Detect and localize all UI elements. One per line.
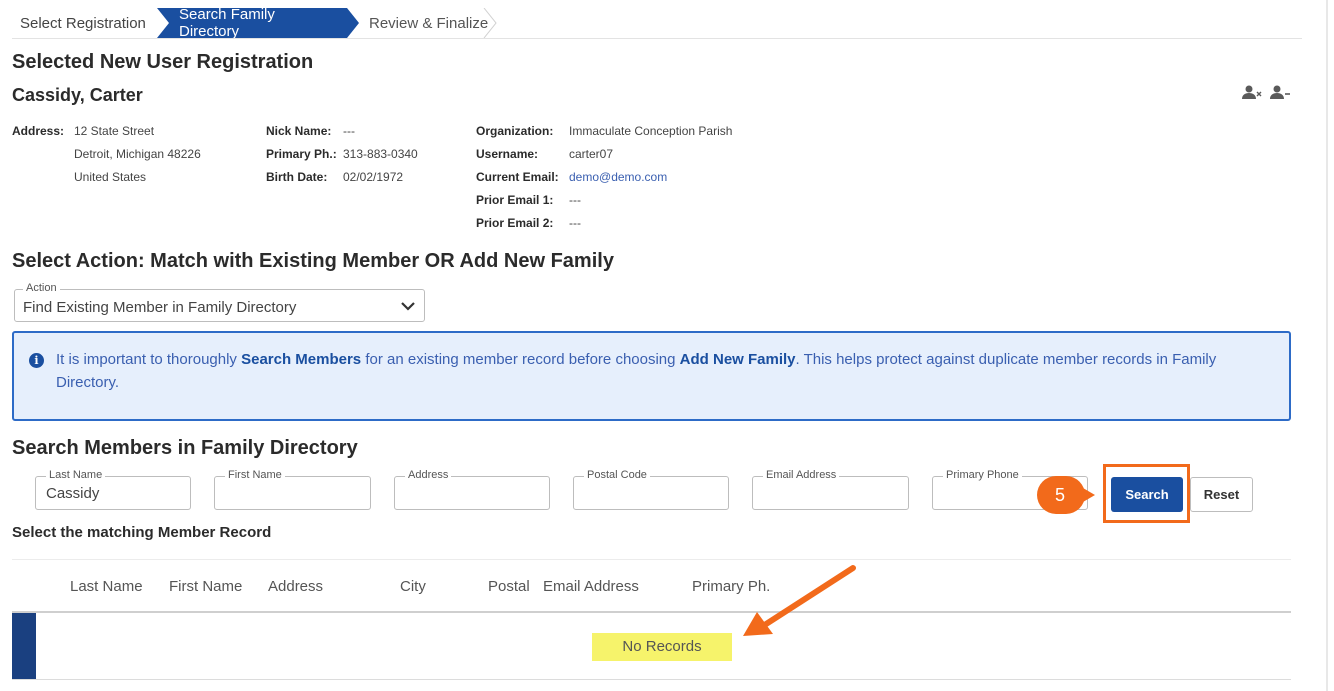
action-select[interactable]: Action Find Existing Member in Family Di… — [14, 282, 425, 322]
prior-email1-value: --- — [569, 193, 581, 207]
info-alert: i It is important to thoroughly Search M… — [12, 331, 1291, 421]
results-label: Select the matching Member Record — [12, 524, 272, 541]
action-section-title: Select Action: Match with Existing Membe… — [12, 250, 614, 272]
last-name-input[interactable] — [46, 485, 180, 502]
address-line-1: 12 State Street — [74, 124, 155, 138]
results-table: Last Name First Name Address City Postal… — [12, 559, 1291, 680]
info-alert-text: It is important to thoroughly Search Mem… — [56, 351, 1217, 391]
user-name: Cassidy, Carter — [12, 85, 143, 105]
action-select-label: Action — [23, 282, 60, 294]
column-header-last-name[interactable]: Last Name — [70, 578, 143, 595]
step-search-family-directory[interactable]: Search Family Directory — [157, 6, 359, 40]
postal-code-input[interactable] — [584, 485, 718, 502]
column-header-first-name[interactable]: First Name — [169, 578, 242, 595]
nick-name-value: --- — [343, 124, 355, 138]
address-input[interactable] — [405, 485, 539, 502]
first-name-input[interactable] — [225, 485, 360, 502]
user-actions — [1242, 84, 1290, 105]
personal-block: Nick Name: --- Primary Ph.: 313-883-0340 B… — [266, 124, 418, 193]
prior-email1-label: Prior Email 1: — [476, 193, 554, 207]
nick-name-label: Nick Name: — [266, 124, 332, 138]
first-name-field[interactable]: First Name — [214, 469, 371, 510]
username-label: Username: — [476, 147, 539, 161]
address-line-2: Detroit, Michigan 48226 — [74, 147, 201, 161]
stepper-divider — [12, 38, 1302, 39]
user-minus-icon[interactable] — [1270, 84, 1290, 105]
account-block: Organization: Immaculate Conception Paris… — [476, 124, 732, 239]
address-field-label: Address — [405, 469, 452, 481]
email-label: Email Address — [763, 469, 840, 481]
step-label: Review & Finalize — [369, 14, 489, 32]
prior-email2-value: --- — [569, 216, 581, 230]
chevron-down-icon — [401, 302, 415, 311]
address-block: Address: 12 State Street Detroit, Michiga… — [12, 124, 201, 193]
breadcrumb-stepper: Select Registration Search Family Direct… — [12, 6, 497, 40]
page-scrollbar[interactable] — [1326, 0, 1328, 691]
info-icon: i — [29, 353, 44, 368]
table-header-divider — [12, 611, 1291, 613]
first-name-label: First Name — [225, 469, 285, 481]
no-records-message: No Records — [592, 633, 732, 661]
email-input[interactable] — [763, 485, 898, 502]
step-review-finalize[interactable]: Review & Finalize — [347, 8, 497, 38]
address-field[interactable]: Address — [394, 469, 550, 510]
primary-phone-field-label: Primary Phone — [943, 469, 1022, 481]
last-name-field[interactable]: Last Name — [35, 469, 191, 510]
username-value: carter07 — [569, 147, 614, 161]
current-email-label: Current Email: — [476, 170, 559, 184]
step-label: Search Family Directory — [179, 6, 275, 40]
current-email-link[interactable]: demo@demo.com — [569, 170, 667, 184]
postal-code-field[interactable]: Postal Code — [573, 469, 729, 510]
column-header-address[interactable]: Address — [268, 578, 323, 595]
prior-email2-label: Prior Email 2: — [476, 216, 554, 230]
birth-date-value: 02/02/1972 — [343, 170, 404, 184]
column-header-email[interactable]: Email Address — [543, 578, 639, 595]
annotation-arrow-icon — [743, 565, 856, 636]
action-select-value: Find Existing Member in Family Directory — [23, 299, 297, 316]
column-header-city[interactable]: City — [400, 578, 426, 595]
column-header-postal[interactable]: Postal — [488, 578, 530, 595]
address-label: Address: — [12, 124, 65, 138]
step-label: Select Registration — [20, 14, 146, 32]
step-select-registration[interactable]: Select Registration — [12, 8, 157, 38]
organization-value: Immaculate Conception Parish — [569, 124, 733, 138]
primary-phone-value: 313-883-0340 — [343, 147, 418, 161]
primary-phone-label: Primary Ph.: — [266, 147, 337, 161]
address-line-3: United States — [74, 170, 147, 184]
email-field[interactable]: Email Address — [752, 469, 909, 510]
table-row-divider — [12, 679, 1291, 680]
search-button[interactable]: Search — [1111, 477, 1183, 512]
last-name-label: Last Name — [46, 469, 106, 481]
organization-label: Organization: — [476, 124, 554, 138]
step-number-badge: 5 — [1037, 476, 1095, 514]
user-remove-icon[interactable] — [1242, 84, 1262, 105]
reset-button[interactable]: Reset — [1190, 477, 1253, 512]
search-section-title: Search Members in Family Directory — [12, 437, 358, 459]
page-title: Selected New User Registration — [12, 51, 314, 73]
birth-date-label: Birth Date: — [266, 170, 328, 184]
chevron-right-icon — [483, 8, 497, 38]
postal-code-label: Postal Code — [584, 469, 650, 481]
table-row-indicator — [12, 613, 36, 679]
